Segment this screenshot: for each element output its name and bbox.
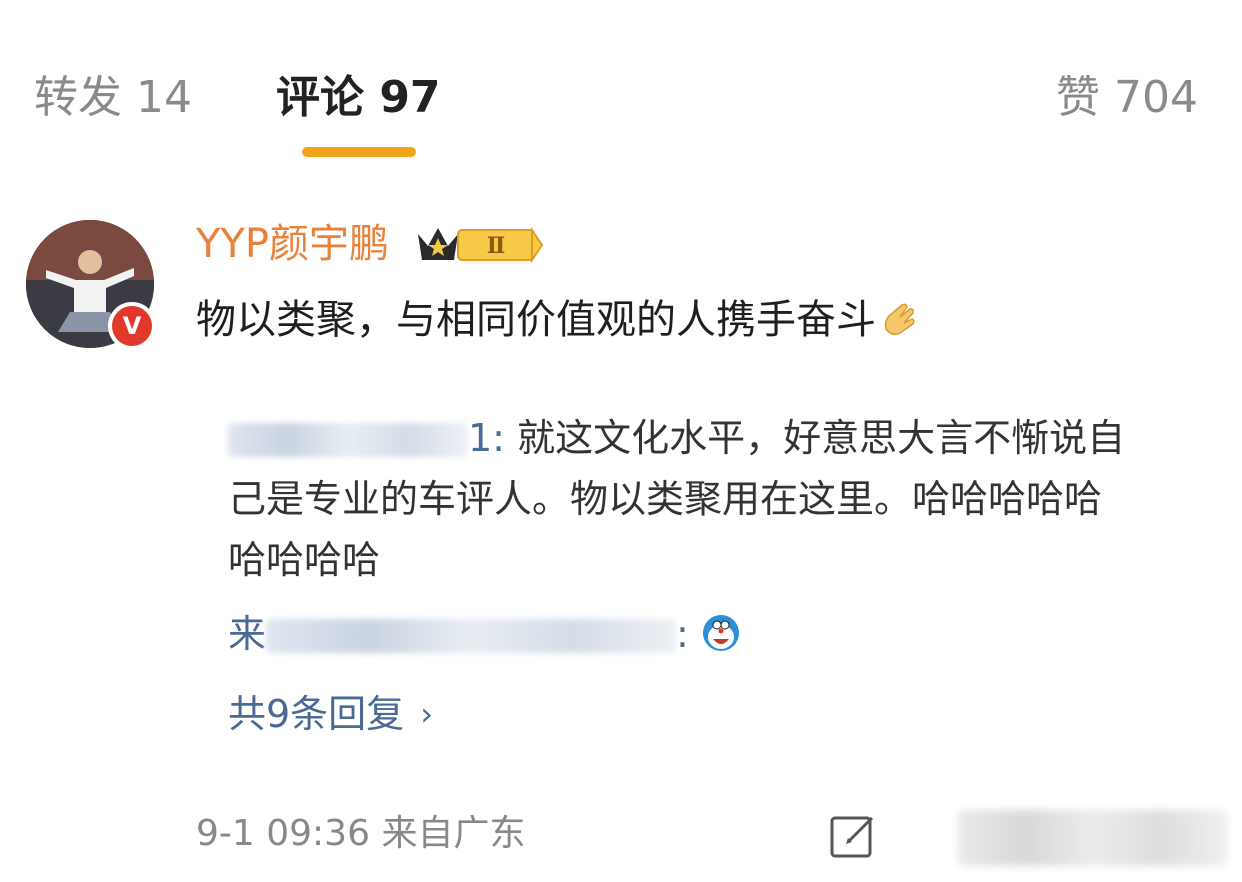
reply2-prefix: 来 (228, 612, 267, 656)
comment-username[interactable]: YYP颜宇鹏 (196, 216, 389, 272)
crown-icon: Ⅱ (418, 226, 544, 264)
reply2-suffix: : (676, 612, 689, 656)
view-replies-label: 共9条回复 (228, 692, 405, 736)
verified-badge: V (108, 302, 156, 350)
comment-time: 9-1 09:36 (196, 813, 370, 854)
blurred-username-2 (266, 619, 677, 653)
reply-author-suffix: 1: (468, 416, 505, 460)
edit-icon[interactable] (828, 812, 878, 862)
tab-repost[interactable]: 转发 14 (34, 68, 192, 128)
comment-location: 来自广东 (381, 813, 526, 854)
comment-text: 物以类聚，与相同价值观的人携手奋斗 (196, 290, 920, 350)
comment-tabs: 转发 14 评论 97 赞 704 (0, 60, 1242, 140)
tab-comments[interactable]: 评论 97 (276, 68, 441, 128)
blurred-username (228, 423, 468, 457)
doraemon-icon (702, 615, 739, 651)
tab-likes[interactable]: 赞 704 (1056, 68, 1198, 128)
badge-level: Ⅱ (487, 233, 506, 259)
comment-body: 物以类聚，与相同价值观的人携手奋斗 (196, 297, 876, 343)
reply-item-2[interactable]: 来: (228, 604, 741, 664)
clap-icon (884, 303, 915, 336)
blurred-footer-actions (958, 810, 1228, 866)
reply-author[interactable]: 1: (228, 416, 505, 460)
comment-meta: 9-1 09:36 来自广东 (196, 806, 525, 862)
reply-item[interactable]: 1: 就这文化水平，好意思大言不惭说自己是专业的车评人。物以类聚用在这里。哈哈哈… (228, 408, 1128, 591)
chevron-right-icon: › (420, 695, 433, 733)
view-all-replies-link[interactable]: 共9条回复 › (228, 684, 433, 744)
active-tab-indicator (302, 147, 416, 157)
